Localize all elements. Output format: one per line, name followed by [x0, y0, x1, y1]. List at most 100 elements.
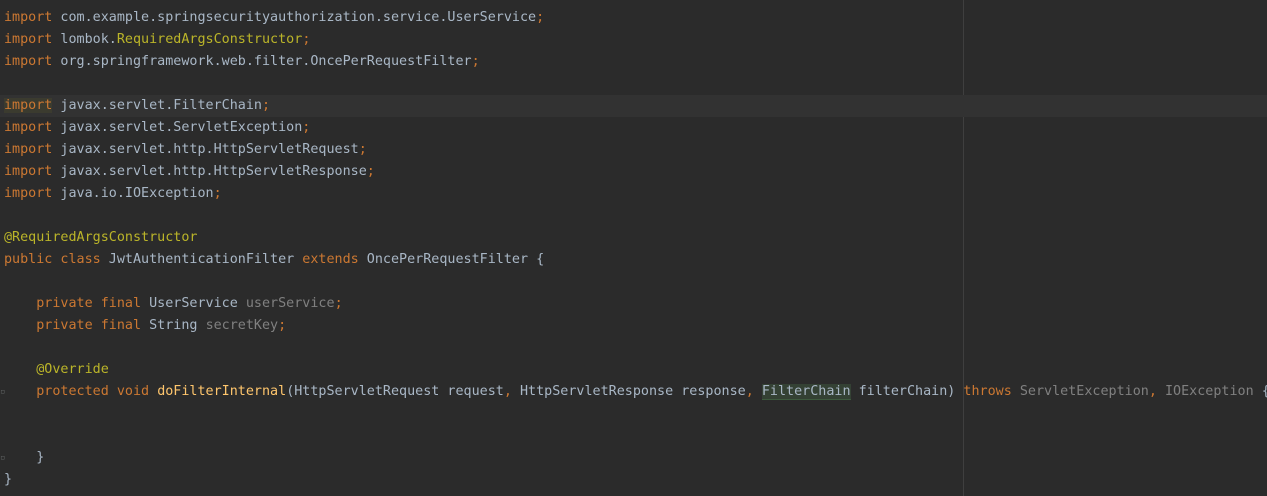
code-line[interactable]: import javax.servlet.ServletException;	[0, 117, 1267, 139]
code-text: }	[4, 469, 12, 491]
code-token: {	[1254, 384, 1267, 399]
code-token: ;	[261, 98, 271, 113]
code-text: }	[4, 447, 44, 469]
code-token: import	[4, 142, 53, 157]
code-token: JwtAuthenticationFilter	[100, 252, 303, 267]
code-text: import javax.servlet.http.HttpServletRes…	[4, 161, 375, 183]
code-token: protected void	[36, 384, 150, 399]
code-token: import	[4, 120, 53, 135]
code-text: import java.io.IOException;	[4, 183, 222, 205]
code-token: HttpServletResponse response	[511, 384, 746, 399]
code-line[interactable]: import java.io.IOException;	[0, 183, 1267, 205]
code-token: ,	[1148, 384, 1157, 399]
code-token: ServletException	[1019, 384, 1149, 399]
code-token: secretKey	[205, 318, 279, 333]
code-token: RequiredArgsConstructor	[116, 32, 303, 47]
code-token: ;	[536, 10, 545, 25]
code-token: @RequiredArgsConstructor	[4, 230, 198, 245]
code-token: javax.servlet.FilterChain	[52, 98, 262, 113]
code-token: extends	[302, 252, 359, 267]
code-text: private final UserService userService;	[4, 293, 343, 315]
code-token: userService	[245, 296, 335, 311]
code-text: protected void doFilterInternal(HttpServ…	[4, 381, 1267, 403]
code-token: doFilterInternal	[157, 384, 287, 399]
code-token: private final	[36, 318, 142, 333]
code-token: public class	[4, 252, 101, 267]
code-token: OncePerRequestFilter {	[358, 252, 545, 267]
code-token: com.example.springsecurityauthorization.…	[52, 10, 537, 25]
code-line[interactable]: ▫ }	[0, 447, 1267, 469]
code-line[interactable]: @Override	[0, 359, 1267, 381]
code-text: import org.springframework.web.filter.On…	[4, 51, 480, 73]
code-token: UserService	[141, 296, 246, 311]
code-token: ;	[213, 186, 222, 201]
code-line[interactable]	[0, 337, 1267, 359]
code-line[interactable]: import lombok.RequiredArgsConstructor;	[0, 29, 1267, 51]
code-token: import	[4, 54, 53, 69]
code-token: import	[4, 98, 53, 113]
code-line[interactable]: public class JwtAuthenticationFilter ext…	[0, 249, 1267, 271]
code-line[interactable]: private final UserService userService;	[0, 293, 1267, 315]
code-token: ;	[358, 142, 367, 157]
code-token: import	[4, 186, 53, 201]
code-line[interactable]: @RequiredArgsConstructor	[0, 227, 1267, 249]
code-token: IOException	[1164, 384, 1254, 399]
code-text: public class JwtAuthenticationFilter ext…	[4, 249, 544, 271]
code-token: javax.servlet.ServletException	[52, 120, 303, 135]
code-line[interactable]	[0, 271, 1267, 293]
code-token: }	[4, 472, 13, 487]
code-token: private final	[36, 296, 142, 311]
code-text: private final String secretKey;	[4, 315, 286, 337]
code-text: import javax.servlet.ServletException;	[4, 117, 310, 139]
code-token: filterChain)	[850, 384, 964, 399]
code-token: ;	[334, 296, 343, 311]
code-line[interactable]: import javax.servlet.http.HttpServletRes…	[0, 161, 1267, 183]
code-line[interactable]: import javax.servlet.http.HttpServletReq…	[0, 139, 1267, 161]
code-text: import javax.servlet.FilterChain;	[4, 95, 270, 117]
code-line[interactable]: import javax.servlet.FilterChain;	[0, 95, 1267, 117]
code-token: ;	[302, 32, 311, 47]
code-line[interactable]: private final String secretKey;	[0, 315, 1267, 337]
code-token: import	[4, 32, 53, 47]
code-line[interactable]	[0, 205, 1267, 227]
code-line[interactable]	[0, 425, 1267, 447]
code-token: (HttpServletRequest request	[286, 384, 504, 399]
code-line[interactable]: }	[0, 469, 1267, 491]
code-line[interactable]: import com.example.springsecurityauthori…	[0, 7, 1267, 29]
code-line[interactable]: import org.springframework.web.filter.On…	[0, 51, 1267, 73]
code-line[interactable]	[0, 403, 1267, 425]
code-token: javax.servlet.http.HttpServletRequest	[52, 142, 359, 157]
code-token: FilterChain	[761, 384, 851, 400]
code-token: @Override	[36, 362, 109, 377]
code-token: javax.servlet.http.HttpServletResponse	[52, 164, 367, 179]
code-token: }	[4, 450, 45, 465]
code-text: import lombok.RequiredArgsConstructor;	[4, 29, 310, 51]
code-token: lombok.	[52, 32, 117, 47]
code-token: ,	[745, 384, 754, 399]
code-line[interactable]: ▫ protected void doFilterInternal(HttpSe…	[0, 381, 1267, 403]
code-editor[interactable]: import com.example.springsecurityauthori…	[0, 0, 1267, 496]
code-token: ;	[471, 54, 480, 69]
code-token: import	[4, 164, 53, 179]
code-token: ;	[366, 164, 375, 179]
code-token: String	[141, 318, 206, 333]
code-text: @RequiredArgsConstructor	[4, 227, 197, 249]
code-token: throws	[963, 384, 1012, 399]
code-token: java.io.IOException	[52, 186, 214, 201]
code-text: import javax.servlet.http.HttpServletReq…	[4, 139, 367, 161]
code-text: @Override	[4, 359, 109, 381]
code-text: import com.example.springsecurityauthori…	[4, 7, 544, 29]
code-token: ,	[503, 384, 512, 399]
code-token: ;	[278, 318, 287, 333]
code-token: ;	[302, 120, 311, 135]
code-line[interactable]	[0, 73, 1267, 95]
code-token: org.springframework.web.filter.OncePerRe…	[52, 54, 472, 69]
